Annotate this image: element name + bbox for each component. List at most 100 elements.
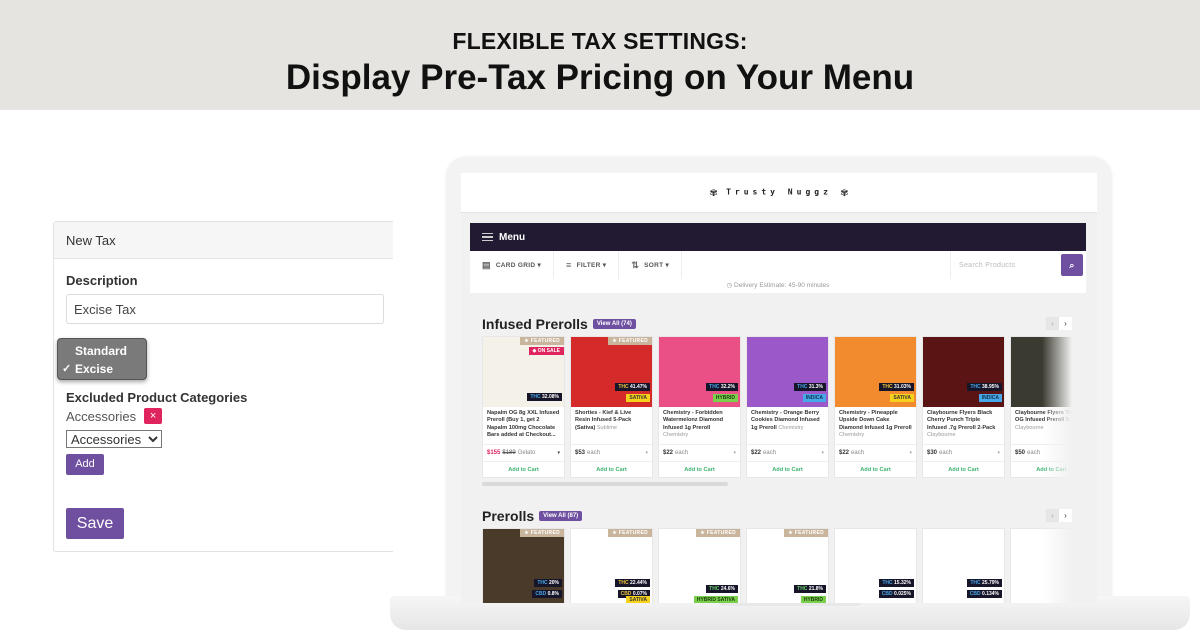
carousel-pager: ‹ › [1046, 317, 1072, 330]
search-products-input[interactable]: Search Products [951, 251, 1061, 279]
card-grid-icon: ▤ [482, 259, 491, 270]
product-card[interactable]: ★ FEATURED THC 24.6% HYBRID SATIVA [658, 528, 741, 603]
price-selector[interactable]: $50 each [1011, 445, 1072, 462]
product-image[interactable]: ★ FEATURED THC 24.6% HYBRID SATIVA [659, 529, 740, 603]
sort-dropdown[interactable]: ⇅ SORT ▾ [619, 251, 683, 279]
price-unit: each [587, 450, 601, 456]
product-card[interactable]: THC 32.2% HYBRID Chemistry - Forbidden Wat… [658, 336, 741, 478]
card-grid-toggle[interactable]: ▤ CARD GRID ▾ [470, 251, 555, 279]
product-name[interactable]: Shorties - Kief & Live Resin Infused 5-P… [571, 407, 652, 445]
product-image[interactable]: THC 38.95% INDICA [923, 337, 1004, 407]
tax-type-option-standard[interactable]: Standard [58, 342, 146, 360]
product-card[interactable]: ★ FEATURED THC 21.8% HYBRID [746, 528, 829, 603]
carousel-prev-button[interactable]: ‹ [1046, 317, 1059, 330]
add-to-cart-button[interactable]: Add to Cart [571, 462, 652, 478]
product-price: $30 [927, 450, 938, 456]
add-to-cart-button[interactable]: Add to Cart [923, 462, 1004, 478]
description-input[interactable] [66, 294, 384, 324]
remove-category-button[interactable]: × [144, 408, 163, 424]
view-all-button[interactable]: View All (87) [539, 511, 583, 521]
add-to-cart-button[interactable]: Add to Cart [835, 462, 916, 478]
product-image[interactable]: ★ FEATURED THC 41.47% SATIVA [571, 337, 652, 407]
add-to-cart-button[interactable]: Add to Cart [483, 462, 564, 478]
category-select[interactable]: Accessories [66, 430, 162, 448]
product-title: Chemistry - Pineapple Upside Down Cake D… [839, 410, 912, 431]
product-name[interactable]: Chemistry - Pineapple Upside Down Cake D… [835, 407, 916, 445]
product-name[interactable]: Chemistry - Forbidden Watermelonz Diamon… [659, 407, 740, 445]
section-title-infused-prerolls: Infused Prerolls View All (74) [482, 316, 636, 332]
chevron-down-icon[interactable]: ▾ [733, 450, 736, 456]
potency-value: 0.025% [894, 591, 911, 597]
product-image[interactable]: ★ FEATURED THC 22.44% CBD 0.07% SATIVA [571, 529, 652, 603]
cbd-badge: CBD 0.134% [966, 590, 1002, 598]
option-label: Excise [75, 362, 114, 376]
product-card[interactable]: THC 25.79% CBD 0.134% [922, 528, 1005, 603]
filter-dropdown[interactable]: ≡ FILTER ▾ [554, 251, 620, 279]
product-image[interactable] [1011, 529, 1072, 603]
product-image[interactable]: ★ FEATURED THC 20% CBD 0.8% [483, 529, 564, 603]
potency-value: 21.8% [808, 586, 823, 592]
price-selector[interactable]: $22 each ▾ [747, 445, 828, 462]
product-card[interactable]: ★ FEATURED THC 20% CBD 0.8% [482, 528, 565, 603]
carousel-scrollbar[interactable] [482, 482, 728, 486]
chevron-down-icon[interactable]: ▾ [645, 450, 648, 456]
add-to-cart-button[interactable]: Add to Cart [747, 462, 828, 478]
product-name[interactable]: Napalm OG 8g XXL Infused Preroll (Buy 1,… [483, 407, 564, 445]
add-to-cart-button[interactable]: Add to Cart [1011, 462, 1072, 478]
price-selector[interactable]: $53 each ▾ [571, 445, 652, 462]
store-logo[interactable]: ✾ Trusty Nuggz ✾ [461, 185, 1097, 199]
chevron-down-icon[interactable]: ▾ [821, 450, 824, 456]
add-to-cart-button[interactable]: Add to Cart [659, 462, 740, 478]
price-selector[interactable]: $155 $189 Gelato ▾ [483, 445, 564, 462]
tax-type-option-excise[interactable]: ✓ Excise [58, 360, 146, 378]
save-button[interactable]: Save [66, 508, 124, 539]
price-selector[interactable]: $22 each ▾ [659, 445, 740, 462]
chevron-down-icon[interactable]: ▾ [997, 450, 1000, 456]
price-selector[interactable]: $22 each ▾ [835, 445, 916, 462]
carousel-next-button[interactable]: › [1059, 509, 1072, 522]
cannabis-leaf-icon: ✾ [710, 185, 718, 199]
excluded-category-name: Accessories [66, 408, 137, 424]
product-name[interactable]: Claybourne Flyers Black Cherry Punch Tri… [923, 407, 1004, 445]
chevron-down-icon[interactable]: ▾ [909, 450, 912, 456]
product-card[interactable]: THC 38.95% INDICA Claybourne Flyers Black … [922, 336, 1005, 478]
product-image[interactable]: ★ FEATURED THC 21.8% HYBRID [747, 529, 828, 603]
product-title: Napalm OG 8g XXL Infused Preroll (Buy 1,… [487, 410, 560, 438]
product-card[interactable]: ★ FEATURED THC 22.44% CBD 0.07% SATIVA [570, 528, 653, 603]
product-image[interactable]: THC 31.03% SATIVA [835, 337, 916, 407]
product-price: $50 [1015, 450, 1026, 456]
product-image[interactable]: THC 32.2% HYBRID [659, 337, 740, 407]
product-name[interactable]: Claybourne Flyers Triangle OG Infused Pr… [1011, 407, 1072, 445]
product-image[interactable]: THC 15.32% CBD 0.025% [835, 529, 916, 603]
product-image[interactable]: THC 31.3% INDICA [747, 337, 828, 407]
hamburger-icon[interactable] [482, 231, 493, 244]
excluded-category-item: Accessories × [66, 408, 163, 424]
menu-bar[interactable]: Menu [470, 223, 1086, 251]
search-button[interactable]: ⌕ [1061, 254, 1083, 276]
product-name[interactable]: Chemistry - Orange Berry Cookies Diamond… [747, 407, 828, 445]
carousel-prev-button[interactable]: ‹ [1046, 509, 1059, 522]
product-card[interactable]: THC 31.03% SATIVA Chemistry - Pineapple Up… [834, 336, 917, 478]
checkmark-icon: ✓ [62, 363, 72, 375]
potency-value: 24.6% [720, 586, 735, 592]
add-category-button[interactable]: Add [66, 454, 104, 475]
product-image[interactable]: THC 25.79% CBD 0.134% [923, 529, 1004, 603]
price-selector[interactable]: $30 each ▾ [923, 445, 1004, 462]
carousel-next-button[interactable]: › [1059, 317, 1072, 330]
cannabis-leaf-icon: ✾ [840, 185, 848, 199]
product-card[interactable]: ★ FEATURED THC 41.47% SATIVA Shorties - Kie… [570, 336, 653, 478]
product-image[interactable] [1011, 337, 1072, 407]
product-card[interactable]: Claybourne Flyers Triangle OG Infused Pr… [1010, 336, 1072, 478]
view-all-button[interactable]: View All (74) [592, 319, 636, 329]
product-card[interactable]: THC 31.3% INDICA Chemistry - Orange Berry … [746, 336, 829, 478]
chevron-down-icon[interactable]: ▾ [557, 450, 560, 456]
menu-toolbar: ▤ CARD GRID ▾ ≡ FILTER ▾ ⇅ SORT ▾ Search… [470, 251, 1086, 279]
product-card[interactable]: THC 15.32% CBD 0.025% [834, 528, 917, 603]
product-card[interactable]: ★ FEATURED ◆ ON SALE THC 32.08% Napalm OG 8… [482, 336, 565, 478]
product-price: $22 [663, 450, 674, 456]
tax-type-dropdown-menu[interactable]: Standard ✓ Excise [57, 338, 147, 380]
price-unit: each [1027, 450, 1041, 456]
strain-badge: SATIVA [626, 394, 650, 402]
product-card[interactable] [1010, 528, 1072, 603]
product-image[interactable]: ★ FEATURED ◆ ON SALE THC 32.08% [483, 337, 564, 407]
